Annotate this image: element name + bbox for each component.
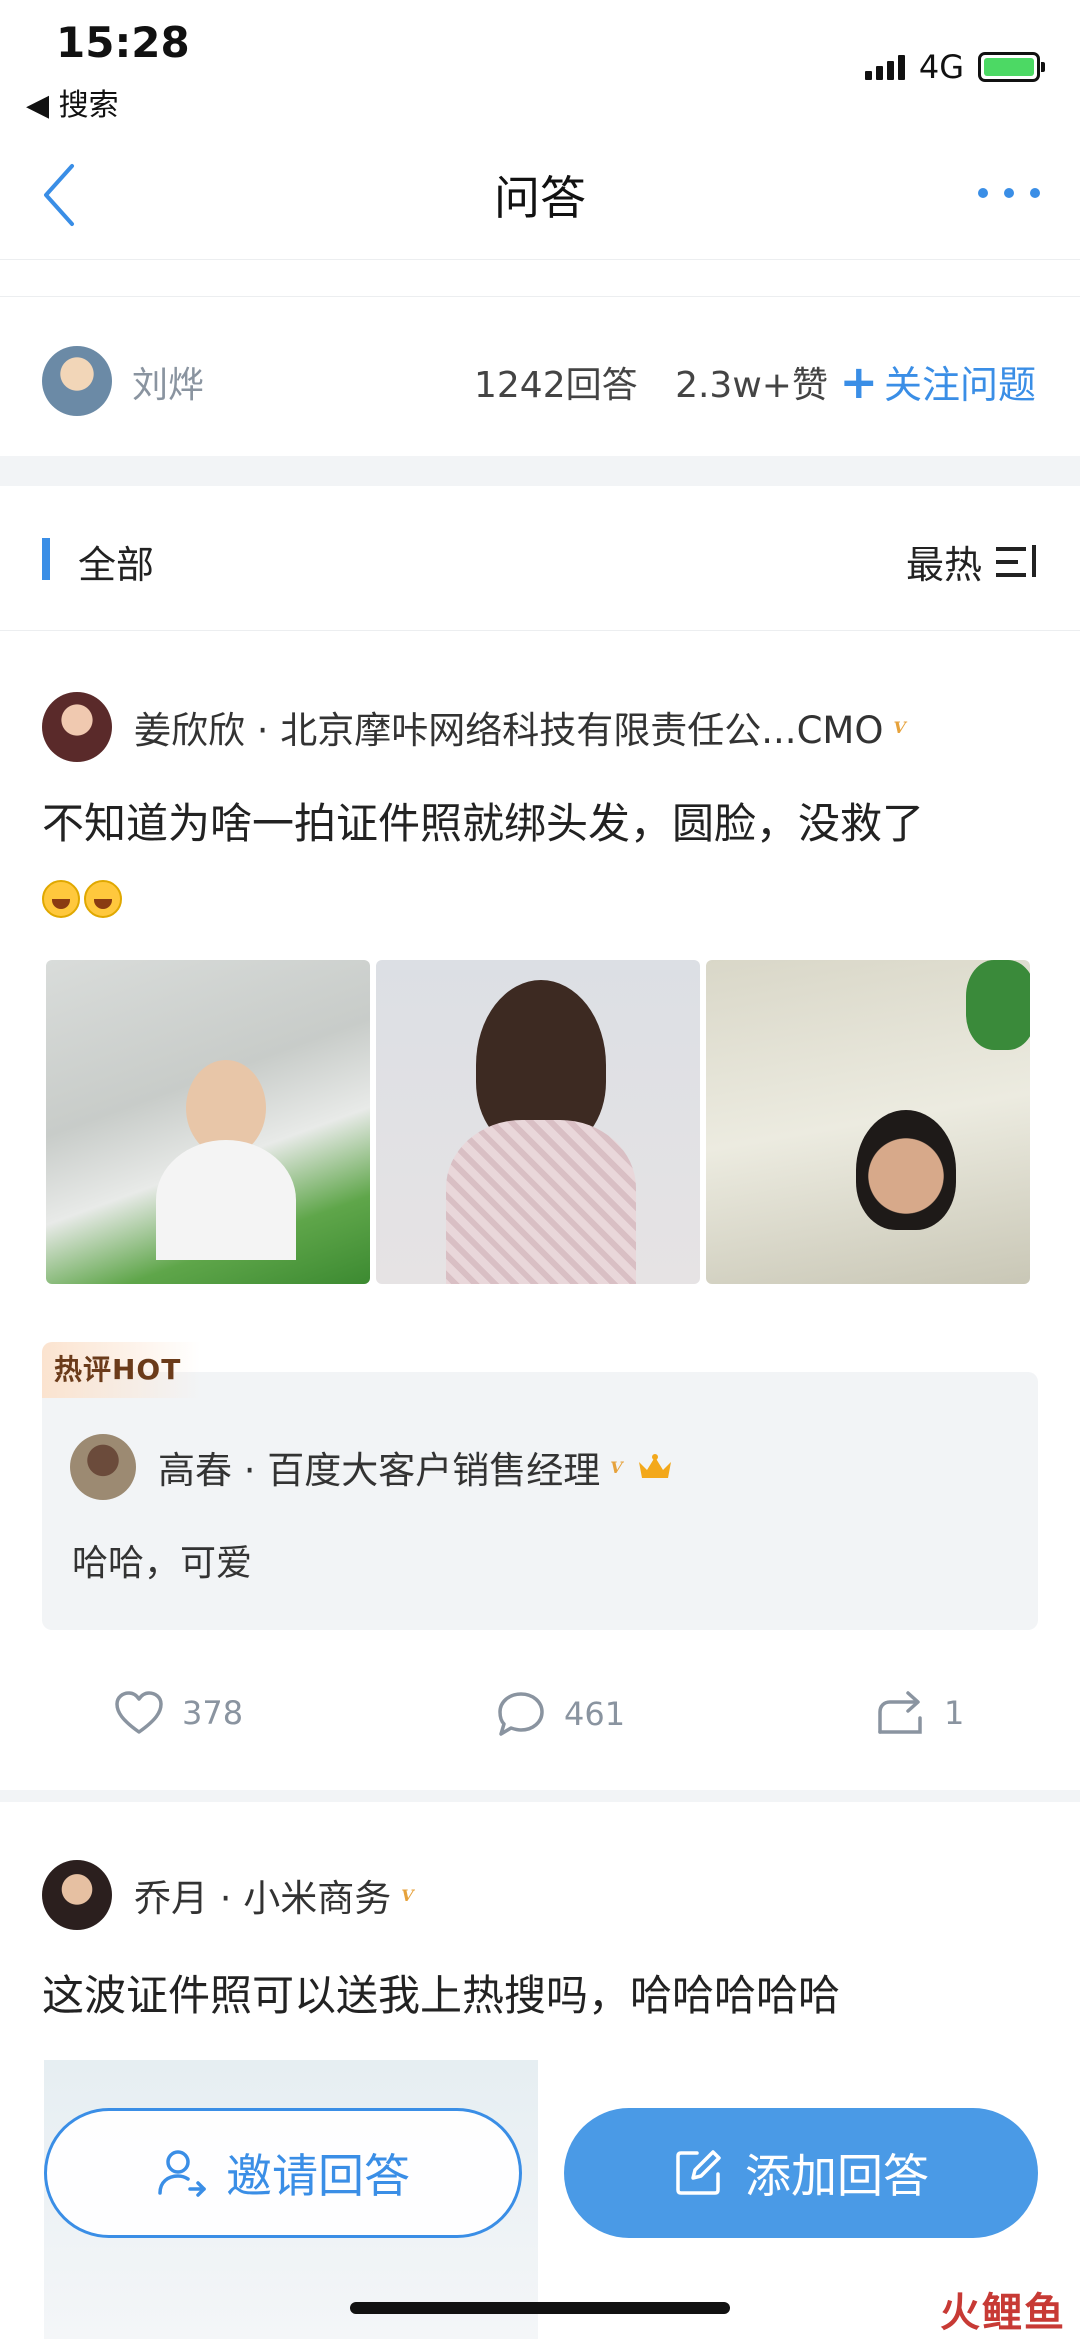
more-dot-icon	[1004, 188, 1014, 198]
answer-photos	[46, 960, 1030, 1284]
plus-icon: +	[839, 354, 878, 409]
comment-icon	[498, 1692, 544, 1736]
hot-comment-author[interactable]: 高春 · 百度大客户销售经理 V	[70, 1434, 673, 1500]
author-name: 乔月 · 小米商务	[134, 1877, 392, 1920]
question-meta: 刘烨 1242回答 2.3w+赞 + 关注问题	[0, 330, 1080, 455]
answer-filter-bar: 全部 最热	[0, 486, 1080, 631]
section-gap	[0, 456, 1080, 486]
author-name: 姜欣欣 · 北京摩咔网络科技有限责任公...CMO	[134, 709, 884, 752]
answers-count: 1242回答	[474, 365, 638, 406]
verified-icon: V	[401, 1885, 414, 1905]
comment-count: 461	[564, 1695, 626, 1733]
more-button[interactable]	[978, 188, 1040, 198]
likes-count: 2.3w+赞	[675, 365, 828, 406]
share-button[interactable]: 1	[876, 1690, 964, 1736]
answer-author[interactable]: 姜欣欣 · 北京摩咔网络科技有限责任公...CMO V	[42, 690, 906, 764]
answer-content[interactable]: 这波证件照可以送我上热搜吗，哈哈哈哈哈	[42, 1960, 1042, 2032]
bottom-action-bar: 邀请回答 添加回答	[0, 2100, 1080, 2280]
like-count: 378	[182, 1694, 244, 1732]
commenter-name: 高春 · 百度大客户销售经理	[158, 1449, 601, 1492]
answer-author[interactable]: 乔月 · 小米商务 V	[42, 1858, 414, 1932]
answer-text: 这波证件照可以送我上热搜吗，哈哈哈哈哈	[42, 1971, 841, 2020]
filter-all-tab[interactable]: 全部	[78, 534, 154, 589]
add-answer-button[interactable]: 添加回答	[564, 2108, 1038, 2238]
answer-photo[interactable]	[46, 960, 370, 1284]
add-label: 添加回答	[745, 2149, 929, 2203]
answer-content[interactable]: 不知道为啥一拍证件照就绑头发，圆脸，没救了	[42, 788, 1042, 932]
crown-icon	[638, 1454, 671, 1478]
divider	[0, 296, 1080, 297]
commenter-avatar	[70, 1434, 136, 1500]
laughing-emoji-icon	[84, 879, 122, 918]
status-time: 15:28	[56, 18, 190, 67]
sort-label: 最热	[905, 543, 982, 587]
share-count: 1	[944, 1694, 965, 1732]
sort-button[interactable]: 最热	[906, 534, 1036, 589]
nav-bar: 问答	[0, 130, 1080, 260]
answer-actions: 378 461 1	[0, 1680, 1080, 1760]
follow-label: 关注问题	[883, 363, 1036, 407]
invite-answer-button[interactable]: 邀请回答	[44, 2108, 522, 2238]
signal-icon	[864, 54, 905, 80]
hot-comment-text: 哈哈，可爱	[72, 1543, 253, 1584]
battery-icon	[978, 52, 1045, 82]
share-icon	[878, 1691, 922, 1734]
back-to-app-link[interactable]: ◀ 搜索	[26, 80, 119, 124]
verified-icon: V	[610, 1457, 623, 1477]
answer-photo[interactable]	[376, 960, 700, 1284]
laughing-emoji-icon	[42, 879, 80, 918]
status-indicators: 4G	[864, 48, 1045, 86]
more-dot-icon	[978, 188, 988, 198]
edit-icon	[676, 2150, 721, 2195]
answer-text: 不知道为啥一拍证件照就绑头发，圆脸，没救了	[42, 799, 925, 848]
author-avatar	[42, 1860, 112, 1930]
watermark-logo: 火鲤鱼	[940, 2290, 1066, 2336]
author-avatar	[42, 692, 112, 762]
hot-comment-card[interactable]: 热评HOT 高春 · 百度大客户销售经理 V 哈哈，可爱	[42, 1342, 1038, 1630]
verified-icon: V	[893, 717, 906, 737]
like-button[interactable]: 378	[114, 1690, 243, 1736]
sort-icon	[996, 544, 1036, 579]
heart-icon	[115, 1691, 163, 1734]
hot-comment-badge: 热评HOT	[42, 1342, 202, 1398]
invite-user-icon	[158, 2150, 206, 2197]
invite-label: 邀请回答	[226, 2149, 410, 2203]
asker-avatar[interactable]	[42, 346, 112, 416]
question-stats: 1242回答 2.3w+赞	[474, 356, 854, 408]
section-accent-bar	[42, 538, 50, 580]
status-bar: 15:28 ◀ 搜索 4G	[0, 0, 1080, 130]
answer-photo[interactable]	[706, 960, 1030, 1284]
asker-name[interactable]: 刘烨	[132, 356, 204, 408]
home-indicator[interactable]	[350, 2302, 730, 2314]
follow-question-button[interactable]: + 关注问题	[839, 354, 1036, 409]
comment-button[interactable]: 461	[496, 1690, 625, 1738]
page-title: 问答	[494, 171, 586, 225]
section-gap	[0, 1790, 1080, 1802]
network-type: 4G	[918, 48, 964, 86]
more-dot-icon	[1030, 188, 1040, 198]
